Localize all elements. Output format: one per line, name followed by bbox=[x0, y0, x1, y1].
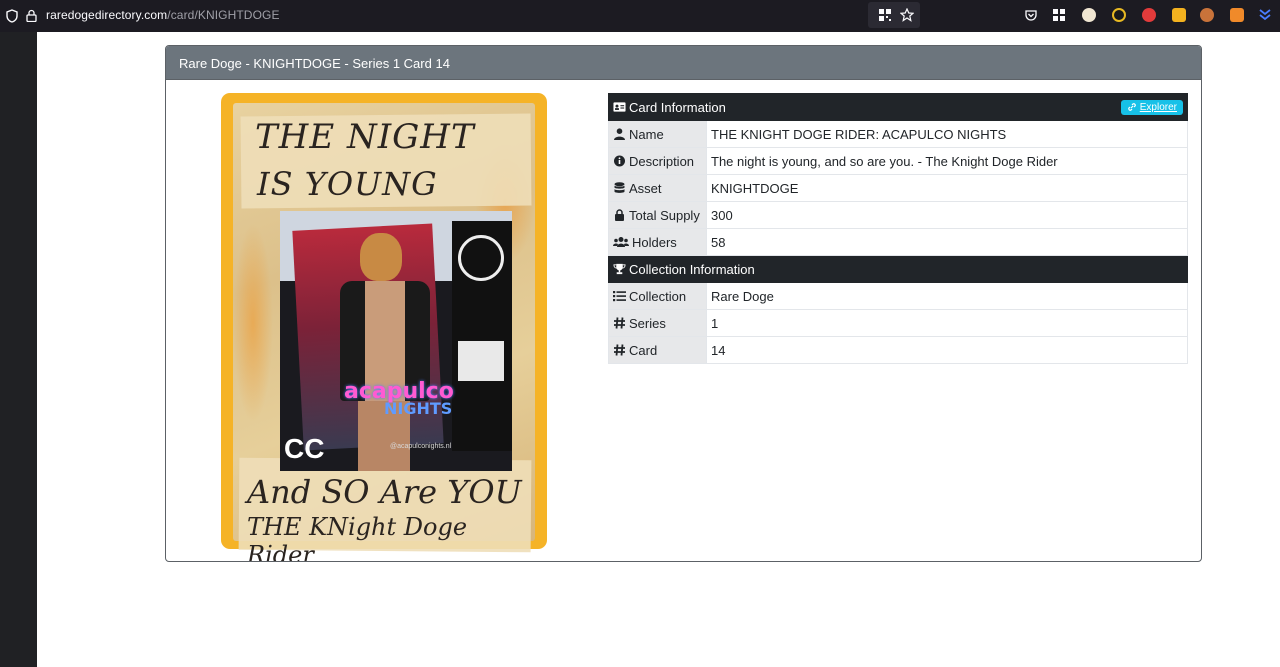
browser-toolbar: raredogedirectory.com/card/KNIGHTDOGE bbox=[0, 0, 1280, 32]
row-label-series: Series bbox=[629, 315, 666, 331]
extension-icon-5[interactable] bbox=[1200, 8, 1214, 22]
row-label-asset: Asset bbox=[629, 180, 662, 196]
table-row: Total Supply 300 bbox=[608, 201, 1188, 229]
hashtag-icon bbox=[614, 316, 625, 329]
row-label-name: Name bbox=[629, 126, 664, 142]
row-value-collection: Rare Doge bbox=[706, 282, 1188, 310]
row-value-total-supply: 300 bbox=[706, 201, 1188, 229]
address-bar-url[interactable]: raredogedirectory.com/card/KNIGHTDOGE bbox=[46, 8, 280, 22]
card-caption-line2: IS YOUNG bbox=[257, 165, 438, 203]
url-host: raredogedirectory.com bbox=[46, 8, 168, 22]
photo-stickers bbox=[452, 221, 512, 451]
sticker-box bbox=[458, 341, 504, 381]
database-icon bbox=[614, 181, 625, 193]
lock-icon[interactable] bbox=[26, 9, 37, 22]
hashtag-icon bbox=[614, 343, 625, 356]
card-photo: acapulco NIGHTS CC @acapulconights.nl bbox=[280, 211, 512, 471]
lock-icon bbox=[615, 208, 624, 221]
table-row: Series 1 bbox=[608, 309, 1188, 337]
explorer-button[interactable]: Explorer bbox=[1120, 99, 1183, 115]
row-value-holders: 58 bbox=[706, 228, 1188, 256]
sticker-circle bbox=[458, 235, 504, 281]
chevrons-down-icon[interactable] bbox=[1258, 8, 1272, 22]
card-caption-line3: And SO Are YOU bbox=[247, 473, 522, 511]
id-card-icon bbox=[613, 101, 626, 112]
card-panel: Rare Doge - KNIGHTDOGE - Series 1 Card 1… bbox=[165, 45, 1202, 562]
qr-code-icon[interactable] bbox=[878, 8, 892, 22]
extension-icon-2[interactable] bbox=[1112, 8, 1126, 22]
collection-info-header: Collection Information bbox=[629, 261, 755, 277]
doge-head bbox=[360, 233, 402, 281]
link-icon bbox=[1127, 103, 1136, 111]
table-row: Holders 58 bbox=[608, 228, 1188, 256]
list-icon bbox=[613, 290, 626, 301]
card-caption-line4: THE KNight Doge Rider bbox=[247, 513, 468, 562]
poster-handle: @acapulconights.nl bbox=[390, 443, 452, 450]
row-label-collection: Collection bbox=[629, 288, 687, 304]
row-value-name: THE KNIGHT DOGE RIDER: ACAPULCO NIGHTS bbox=[706, 120, 1188, 148]
row-value-card: 14 bbox=[706, 336, 1188, 364]
row-value-asset: KNIGHTDOGE bbox=[706, 174, 1188, 202]
card-image: THE NIGHT IS YOUNG acapulco NIGHTS CC @a… bbox=[221, 93, 547, 561]
card-info-table: Card Information Explorer Name THE KNIGH… bbox=[608, 93, 1188, 364]
poster-text-nights: NIGHTS bbox=[384, 399, 453, 418]
extensions-grid-icon[interactable] bbox=[1052, 8, 1066, 22]
table-row: Card 14 bbox=[608, 336, 1188, 364]
paper-stain bbox=[233, 223, 273, 423]
table-row: Description The night is young, and so a… bbox=[608, 147, 1188, 175]
card-caption-line1: THE NIGHT bbox=[255, 117, 475, 157]
collection-info-header-row: Collection Information bbox=[608, 255, 1188, 283]
bookmark-star-icon[interactable] bbox=[900, 8, 914, 22]
url-path: /card/KNIGHTDOGE bbox=[167, 8, 280, 22]
extension-icon-3[interactable] bbox=[1142, 8, 1156, 22]
user-icon bbox=[614, 127, 625, 140]
table-row: Name THE KNIGHT DOGE RIDER: ACAPULCO NIG… bbox=[608, 120, 1188, 148]
trophy-icon bbox=[613, 263, 626, 274]
explorer-label: Explorer bbox=[1139, 101, 1177, 113]
table-row: Asset KNIGHTDOGE bbox=[608, 174, 1188, 202]
shield-icon[interactable] bbox=[6, 9, 18, 23]
info-circle-icon bbox=[614, 155, 625, 166]
card-info-header: Card Information bbox=[629, 99, 726, 115]
row-label-description: Description bbox=[629, 153, 695, 169]
table-row: Collection Rare Doge bbox=[608, 282, 1188, 310]
poster-text-cc: CC bbox=[284, 433, 325, 464]
metamask-fox-icon[interactable] bbox=[1230, 8, 1244, 22]
left-sidebar-gutter bbox=[0, 32, 37, 667]
card-paper: THE NIGHT IS YOUNG acapulco NIGHTS CC @a… bbox=[233, 103, 535, 561]
panel-title: Rare Doge - KNIGHTDOGE - Series 1 Card 1… bbox=[166, 46, 1201, 80]
users-icon bbox=[613, 236, 629, 247]
row-value-description: The night is young, and so are you. - Th… bbox=[706, 147, 1188, 175]
row-label-holders: Holders bbox=[632, 234, 677, 250]
pocket-icon[interactable] bbox=[1024, 8, 1038, 22]
row-value-series: 1 bbox=[706, 309, 1188, 337]
row-label-card: Card bbox=[629, 342, 658, 358]
card-info-header-row: Card Information Explorer bbox=[608, 93, 1188, 121]
extension-icon-1[interactable] bbox=[1082, 8, 1096, 22]
extension-icon-4[interactable] bbox=[1172, 8, 1186, 22]
row-label-total-supply: Total Supply bbox=[629, 207, 700, 223]
